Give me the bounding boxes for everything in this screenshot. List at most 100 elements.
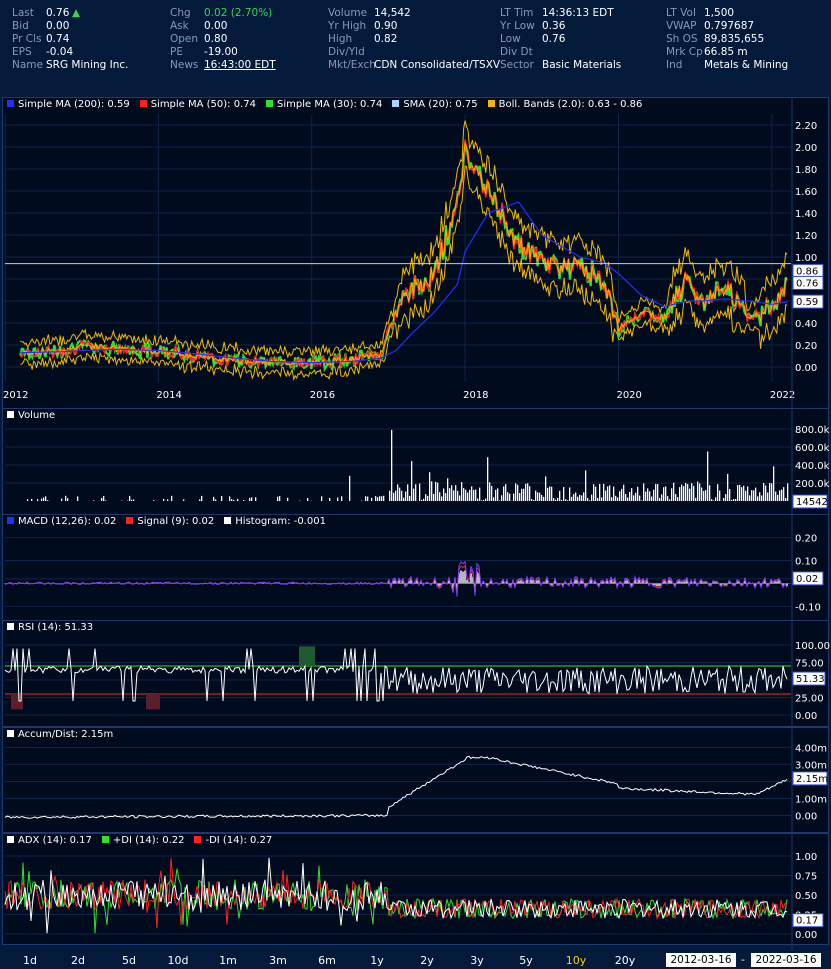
volume-bar <box>365 496 367 501</box>
volume-bar <box>609 485 611 501</box>
volume-bar <box>497 488 499 501</box>
volume-bar <box>719 490 721 501</box>
volume-bar <box>489 482 491 501</box>
volume-bar <box>491 485 493 501</box>
rsi-oversold-fill <box>146 694 160 710</box>
accum-dist-panel[interactable]: Accum/Dist: 2.15m 4.00m3.00m2.00m1.00m0.… <box>2 727 830 848</box>
y-tick-label: 1.20 <box>795 231 817 242</box>
quote-label: LT Tim <box>500 7 534 19</box>
volume-bar <box>749 495 751 501</box>
quote-label: Name <box>12 59 43 71</box>
volume-bar <box>635 492 637 501</box>
range-button-2y[interactable]: 2y <box>403 953 451 968</box>
volume-bar <box>545 476 547 501</box>
macd-value-text: 0.02 <box>796 574 818 585</box>
volume-bar <box>431 481 433 501</box>
volume-panel[interactable]: Volume 200.0k 400.0k 600.0k 800.0k 14542 <box>2 408 830 516</box>
range-button-3m[interactable]: 3m <box>254 953 302 968</box>
quote-label: Pr Cls <box>12 33 42 45</box>
volume-bar <box>765 485 767 501</box>
quote-value: -0.04 <box>46 46 74 58</box>
volume-bar <box>569 487 571 501</box>
volume-bar <box>667 496 669 501</box>
volume-bar <box>645 491 647 501</box>
volume-bar <box>129 495 131 501</box>
volume-bar <box>689 488 691 501</box>
adx-chart[interactable]: 1.000.750.500.250.000.17 <box>3 834 830 954</box>
price-chart-panel[interactable]: Simple MA (200): 0.59 Simple MA (50): 0.7… <box>2 97 830 412</box>
volume-bar <box>499 500 501 501</box>
volume-bar <box>469 489 471 501</box>
macd-chart[interactable]: 0.200.100.02-0.100.02 <box>3 515 830 635</box>
volume-bar <box>753 490 755 501</box>
volume-bar <box>571 496 573 501</box>
volume-bar <box>563 487 565 501</box>
volume-bar <box>103 495 105 501</box>
range-button-5y[interactable]: 5y <box>502 953 550 968</box>
adx-panel[interactable]: ADX (14): 0.17 +DI (14): 0.22 -DI (14): 0.… <box>2 833 830 954</box>
volume-bar <box>769 483 771 501</box>
date-to-field[interactable]: 2022-03-16 <box>751 953 821 967</box>
date-from-field[interactable]: 2012-03-16 <box>666 953 736 967</box>
volume-bar <box>47 500 49 501</box>
volume-bar <box>167 499 169 501</box>
volume-bar <box>423 498 425 501</box>
volume-chart[interactable]: 200.0k 400.0k 600.0k 800.0k 14542 <box>3 409 830 516</box>
volume-bar <box>31 498 33 501</box>
volume-bar <box>717 484 719 501</box>
price-chart[interactable]: 0.000.200.400.600.801.001.201.401.601.80… <box>3 98 830 412</box>
volume-bar <box>397 484 399 501</box>
y-tick-label: -0.10 <box>795 602 821 613</box>
y-tick-label: 1.40 <box>795 209 817 220</box>
volume-bar <box>745 490 747 501</box>
quote-value: 0.02 (2.70%) <box>204 7 273 19</box>
range-button-2d[interactable]: 2d <box>54 953 102 968</box>
range-button-10y[interactable]: 10y <box>552 953 600 968</box>
accum-dist-chart[interactable]: 4.00m3.00m2.00m1.00m0.002.15m <box>3 728 830 848</box>
quote-value: 0.82 <box>374 33 398 45</box>
volume-bar <box>513 493 515 501</box>
volume-bar <box>237 498 239 501</box>
macd-panel[interactable]: MACD (12,26): 0.02 Signal (9): 0.02 Histog… <box>2 514 830 635</box>
volume-bar <box>581 495 583 501</box>
range-button-1d[interactable]: 1d <box>6 953 54 968</box>
y-tick-label: 2.20 <box>795 121 817 132</box>
range-button-3y[interactable]: 3y <box>453 953 501 968</box>
volume-bar <box>493 497 495 501</box>
volume-bar <box>657 484 659 501</box>
volume-bar <box>395 490 397 501</box>
volume-bar <box>481 500 483 501</box>
quote-label: High <box>328 33 353 45</box>
volume-bar <box>527 483 529 501</box>
range-button-10d[interactable]: 10d <box>154 953 202 968</box>
quote-value: 1,500 <box>704 7 735 19</box>
rsi-panel[interactable]: RSI (14): 51.33 100.0075.0050.0025.000.0… <box>2 620 830 741</box>
volume-bar <box>727 473 729 501</box>
range-button-5d[interactable]: 5d <box>105 953 153 968</box>
volume-bar <box>757 496 759 501</box>
range-button-1m[interactable]: 1m <box>204 953 252 968</box>
volume-bar <box>505 484 507 501</box>
news-time-link[interactable]: 16:43:00 EDT <box>204 59 276 72</box>
quote-label: Last <box>12 7 34 19</box>
volume-bar <box>777 494 779 501</box>
volume-bar <box>449 488 451 501</box>
volume-bar <box>723 497 725 501</box>
volume-bar <box>697 481 699 501</box>
volume-bar <box>231 499 233 501</box>
volume-bar <box>587 497 589 501</box>
range-button-20y[interactable]: 20y <box>601 953 649 968</box>
volume-bar <box>485 498 487 501</box>
quote-value: 0.76 <box>542 33 566 45</box>
rsi-chart[interactable]: 100.0075.0050.0025.000.0051.33 <box>3 621 830 741</box>
quote-label: Chg <box>170 7 191 19</box>
quote-value: -19.00 <box>204 46 238 58</box>
volume-bar <box>665 486 667 501</box>
volume-bar <box>371 497 373 501</box>
range-button-6m[interactable]: 6m <box>303 953 351 968</box>
volume-bar <box>693 485 695 501</box>
volume-bar <box>471 486 473 501</box>
range-button-1y[interactable]: 1y <box>353 953 401 968</box>
volume-bar <box>601 497 603 501</box>
volume-bar <box>61 498 63 501</box>
